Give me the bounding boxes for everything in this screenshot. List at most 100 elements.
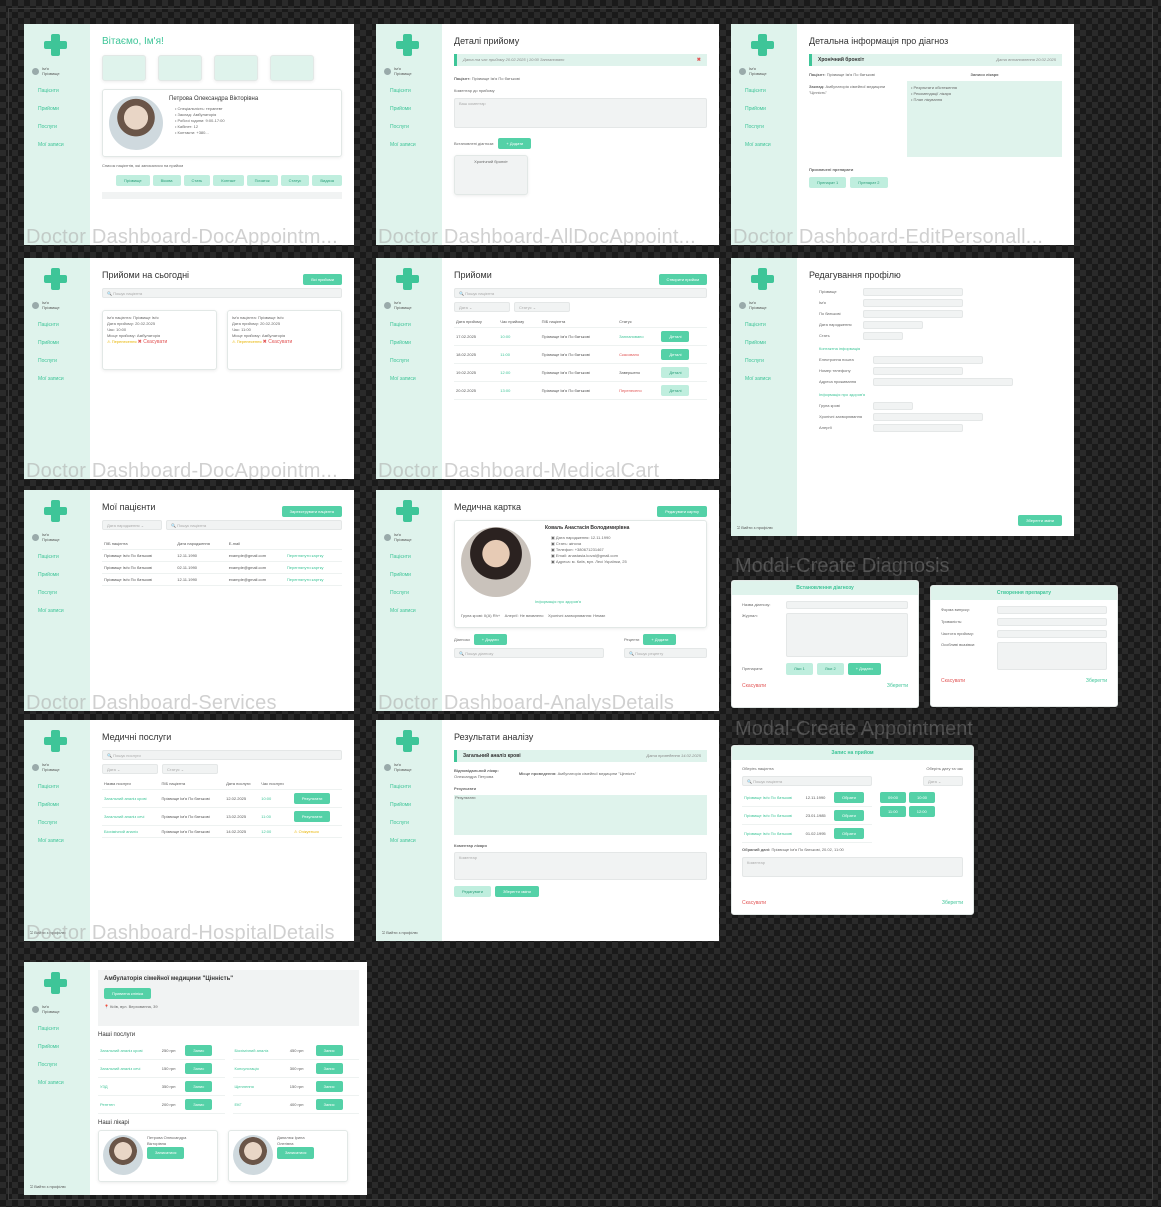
- search-input[interactable]: 🔍 Пошук пацієнта: [102, 288, 342, 298]
- sidebar-item[interactable]: Прийоми: [24, 334, 90, 352]
- sidebar-item[interactable]: Пацієнти: [731, 82, 797, 100]
- sidebar-item[interactable]: Послуги: [24, 118, 90, 136]
- sidebar-item[interactable]: Мої записи: [731, 136, 797, 154]
- edit-button[interactable]: Редагувати: [454, 886, 491, 897]
- notes-input[interactable]: [997, 642, 1107, 670]
- address-field[interactable]: [873, 378, 1013, 386]
- table-row[interactable]: [102, 192, 342, 199]
- email-field[interactable]: [873, 356, 983, 364]
- cancel-button[interactable]: Скасувати: [742, 900, 766, 906]
- sidebar-item[interactable]: Послуги: [376, 352, 442, 370]
- sidebar-item[interactable]: Мої записи: [731, 370, 797, 388]
- sidebar-item[interactable]: Пацієнти: [376, 316, 442, 334]
- table-row[interactable]: Загальний аналіз крові Прізвище Ім'я По б…: [102, 789, 342, 808]
- sidebar-item[interactable]: Прийоми: [731, 100, 797, 118]
- recipes-search[interactable]: 🔍 Пошук рецепту: [624, 648, 707, 658]
- logout-button[interactable]: ⎋ Вийти з профілю: [30, 1184, 66, 1189]
- save-button[interactable]: Зберегти зміни: [1018, 515, 1062, 526]
- sidebar-item[interactable]: Прийоми: [24, 796, 90, 814]
- logout-button[interactable]: ⎋ Вийти з профілю: [382, 930, 418, 935]
- comment-input[interactable]: Коментар: [454, 852, 707, 880]
- search-input[interactable]: 🔍 Пошук пацієнта: [166, 520, 342, 530]
- logout-button[interactable]: ⎋ Вийти з профілю: [737, 525, 773, 530]
- save-button[interactable]: Зберегти: [942, 900, 963, 906]
- sidebar-item[interactable]: Послуги: [376, 814, 442, 832]
- date-select[interactable]: Дата ⌄: [923, 776, 963, 786]
- journal-input[interactable]: [786, 613, 908, 657]
- save-changes-button[interactable]: Зберегти зміни: [494, 886, 539, 897]
- sidebar-item[interactable]: Мої записи: [24, 602, 90, 620]
- allergies-field[interactable]: [873, 424, 963, 432]
- save-button[interactable]: Зберегти: [1086, 678, 1107, 684]
- sidebar-item[interactable]: Прийоми: [376, 566, 442, 584]
- gender-select[interactable]: [863, 332, 903, 340]
- table-row[interactable]: Прізвище Ім'я По батькові 02.11.1990 examp…: [102, 561, 342, 574]
- table-row[interactable]: 18.02.2025 11:00 Прізвище Ім'я По батькові…: [454, 345, 707, 364]
- phone-field[interactable]: [873, 367, 963, 375]
- doctor-card[interactable]: Данилюк Ірина Олегівна Записатися: [228, 1130, 348, 1182]
- sidebar-item[interactable]: Мої записи: [24, 832, 90, 850]
- table-row[interactable]: Прізвище Ім'я По батькові 12.11.1990 Обрат…: [742, 789, 872, 807]
- form-input[interactable]: [997, 606, 1107, 614]
- sidebar-item[interactable]: Прийоми: [376, 796, 442, 814]
- sidebar-item[interactable]: Мої записи: [376, 136, 442, 154]
- save-button[interactable]: Зберегти: [887, 683, 908, 689]
- sidebar-item[interactable]: Послуги: [24, 352, 90, 370]
- table-row[interactable]: Прізвище Ім'я По батькові 12.11.1990 examp…: [102, 573, 342, 586]
- quick-action[interactable]: [214, 55, 258, 81]
- sidebar-item[interactable]: Прийоми: [24, 1038, 90, 1056]
- appointment-card[interactable]: Ім'я пацієнта: Прізвище Ім'я Дата прийому…: [227, 310, 342, 370]
- sidebar-item[interactable]: Мої записи: [376, 602, 442, 620]
- comment-input[interactable]: Коментар: [742, 857, 963, 877]
- sidebar-item[interactable]: Прийоми: [731, 334, 797, 352]
- patient-search[interactable]: 🔍 Пошук пацієнта: [742, 776, 872, 786]
- cancel-button[interactable]: Скасувати: [742, 683, 766, 689]
- sidebar-item[interactable]: Послуги: [731, 118, 797, 136]
- quick-action[interactable]: [158, 55, 202, 81]
- duration-input[interactable]: [997, 618, 1107, 626]
- sidebar-item[interactable]: Послуги: [731, 352, 797, 370]
- create-appointment-button[interactable]: Створити прийом: [658, 273, 707, 285]
- birth-date-input[interactable]: [863, 321, 923, 329]
- blood-group-select[interactable]: [873, 402, 913, 410]
- sidebar-item[interactable]: Послуги: [24, 814, 90, 832]
- appointment-card[interactable]: Ім'я пацієнта: Прізвище Ім'я Дата прийому…: [102, 310, 217, 370]
- sidebar-item[interactable]: Послуги: [376, 118, 442, 136]
- sidebar-item[interactable]: Прийоми: [376, 334, 442, 352]
- table-row[interactable]: Прізвище Ім'я По батькові 01.02.1995 Обрат…: [742, 824, 872, 843]
- chronic-field[interactable]: [873, 413, 983, 421]
- table-row[interactable]: 20.02.2025 13:00 Прізвище Ім'я По батькові…: [454, 381, 707, 400]
- all-appointments-button[interactable]: Всі прийоми: [303, 273, 342, 285]
- table-row[interactable]: Загальний аналіз сечі Прізвище Ім'я По ба…: [102, 807, 342, 826]
- sidebar-item[interactable]: Пацієнти: [24, 1020, 90, 1038]
- sidebar-item[interactable]: Послуги: [376, 584, 442, 602]
- table-row[interactable]: Біохімічний аналіз Прізвище Ім'я По батьк…: [102, 825, 342, 838]
- sidebar-item[interactable]: Мої записи: [376, 832, 442, 850]
- sidebar-item[interactable]: Пацієнти: [24, 548, 90, 566]
- sidebar-item[interactable]: Мої записи: [24, 136, 90, 154]
- sidebar-item[interactable]: Пацієнти: [376, 548, 442, 566]
- table-row[interactable]: 17.02.2025 10:00 Прізвище Ім'я По батькові…: [454, 327, 707, 346]
- quick-action[interactable]: [102, 55, 146, 81]
- sidebar-item[interactable]: Мої записи: [376, 370, 442, 388]
- sidebar-item[interactable]: Послуги: [24, 1056, 90, 1074]
- add-diagnosis-button[interactable]: + Додати: [498, 138, 532, 149]
- frequency-input[interactable]: [997, 630, 1107, 638]
- quick-action[interactable]: [270, 55, 314, 81]
- sidebar-item[interactable]: Пацієнти: [24, 316, 90, 334]
- doctor-card[interactable]: Петрова Олександра Вікторівна Записатися: [98, 1130, 218, 1182]
- add-patient-button[interactable]: Зареєструвати пацієнта: [281, 505, 342, 517]
- comment-input[interactable]: Ваш коментар: [454, 98, 707, 128]
- sidebar-item[interactable]: Пацієнти: [376, 778, 442, 796]
- table-row[interactable]: Прізвище Ім'я По батькові 23.01.1985 Обрат…: [742, 806, 872, 825]
- sidebar-item[interactable]: Прийоми: [24, 100, 90, 118]
- sidebar-item[interactable]: Пацієнти: [376, 82, 442, 100]
- edit-card-button[interactable]: Редагувати картку: [657, 505, 707, 517]
- sidebar-item[interactable]: Прийоми: [24, 566, 90, 584]
- patronymic-input[interactable]: [863, 310, 963, 318]
- search-input[interactable]: 🔍 Пошук послуги: [102, 750, 342, 760]
- sidebar-item[interactable]: Пацієнти: [24, 82, 90, 100]
- med-chip[interactable]: Препарат 2: [850, 177, 888, 188]
- med-chip[interactable]: Препарат 1: [809, 177, 847, 188]
- table-row[interactable]: Прізвище Ім'я По батькові 12.11.1990 examp…: [102, 549, 342, 562]
